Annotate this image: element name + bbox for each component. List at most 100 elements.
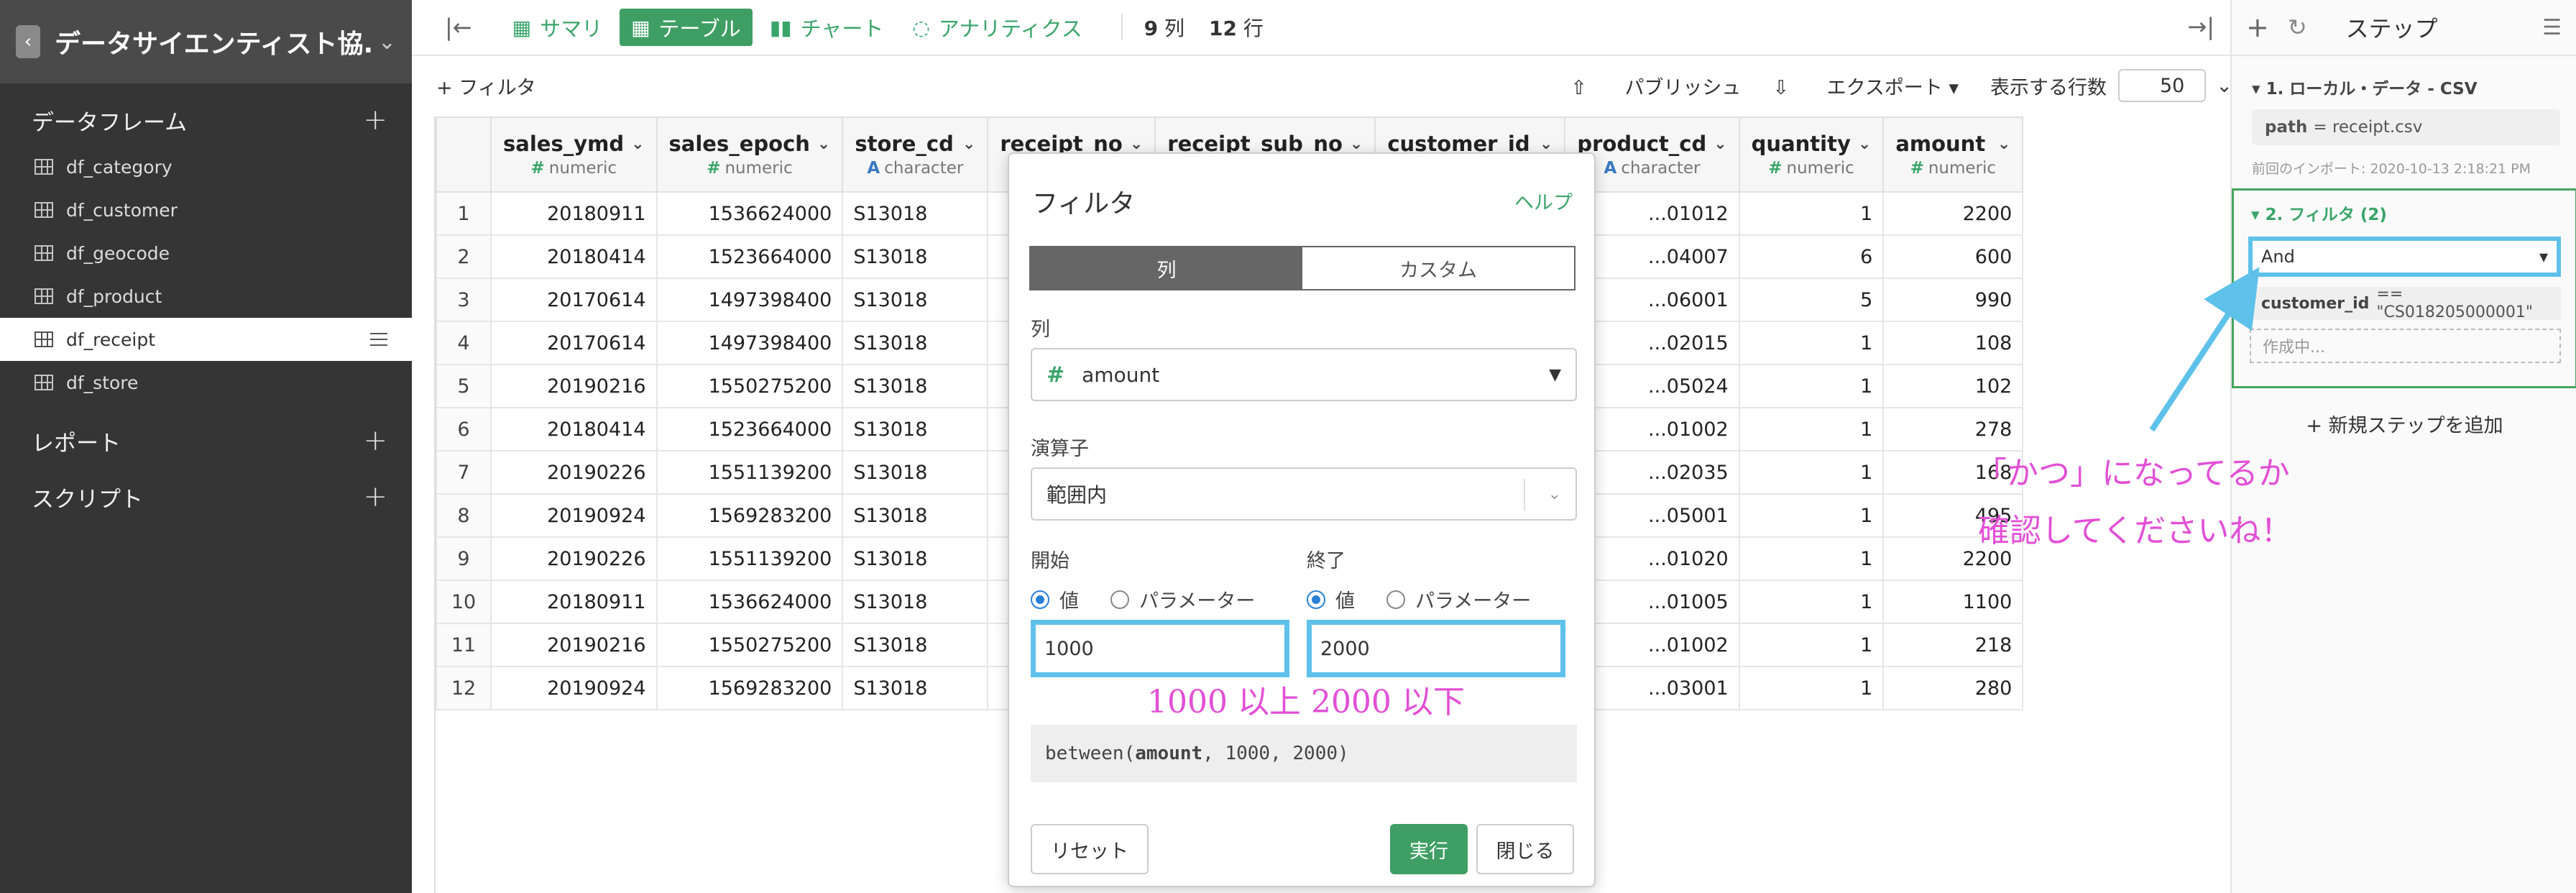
- column-label: 列: [1031, 319, 1050, 341]
- lightbulb-icon: ◌: [912, 15, 930, 40]
- filter-condition[interactable]: customer_id == "CS018205000001": [2250, 285, 2561, 321]
- add-new-step-button[interactable]: + 新規ステップを追加: [2232, 410, 2576, 438]
- add-step-icon[interactable]: +: [2246, 12, 2269, 43]
- add-script-icon[interactable]: +: [363, 480, 387, 513]
- sidebar-item-df-geocode[interactable]: df_geocode: [0, 232, 412, 275]
- collapse-sidebar-icon[interactable]: |←: [445, 14, 472, 41]
- tab-analytics[interactable]: ◌ アナリティクス: [901, 9, 1093, 46]
- step-1-title[interactable]: ▾ 1. ローカル・データ - CSV: [2232, 56, 2576, 99]
- step-1-path[interactable]: path = receipt.csv: [2252, 109, 2560, 145]
- row-index: 7: [436, 450, 492, 495]
- chevron-down-icon[interactable]: ⌄: [1130, 135, 1143, 153]
- column-header[interactable]: store_cd ⌄ Acharacter: [842, 116, 989, 193]
- chevron-down-icon[interactable]: ⌄: [1350, 135, 1363, 153]
- close-button[interactable]: 閉じる: [1476, 824, 1574, 874]
- and-or-select[interactable]: And ▾: [2248, 237, 2561, 277]
- tab-chart[interactable]: ▮▮ チャート: [758, 9, 896, 46]
- end-param-radio[interactable]: [1386, 590, 1405, 609]
- end-label: 終了: [1307, 550, 1346, 572]
- tab-label: アナリティクス: [938, 17, 1082, 41]
- add-dataframe-icon[interactable]: +: [363, 104, 387, 137]
- tab-custom[interactable]: カスタム: [1302, 247, 1574, 289]
- publish-button[interactable]: ⇧ パブリッシュ: [1570, 72, 1741, 100]
- start-radio-group: 値 パラメーター: [1031, 585, 1255, 613]
- sidebar-item-label: df_geocode: [66, 242, 170, 264]
- cell-store-cd: S13018: [842, 364, 989, 408]
- cell-amount: 1100: [1882, 580, 2024, 624]
- step-2-title[interactable]: ▾ 2. フィルタ (2): [2234, 191, 2575, 225]
- project-header[interactable]: ‹ データサイエンティスト協... ⌄: [0, 0, 412, 83]
- start-param-radio[interactable]: [1110, 590, 1129, 609]
- chevron-down-icon[interactable]: ⌄: [962, 135, 975, 153]
- cell-quantity: 1: [1738, 666, 1885, 710]
- export-button[interactable]: ⇩ エクスポート ▾: [1772, 72, 1959, 100]
- tab-summary[interactable]: ▦ サマリ: [501, 9, 614, 46]
- chevron-down-icon: ⌄: [1547, 485, 1561, 503]
- start-value-radio[interactable]: [1031, 590, 1049, 609]
- help-link[interactable]: ヘルプ: [1514, 187, 1573, 215]
- cell-amount: 990: [1882, 278, 2024, 322]
- sidebar-item-df-category[interactable]: df_category: [0, 145, 412, 188]
- chevron-down-icon[interactable]: ⌄: [1858, 135, 1871, 153]
- sidebar-item-df-receipt[interactable]: df_receipt: [0, 318, 412, 361]
- chevron-down-icon[interactable]: ⌄: [1540, 135, 1552, 153]
- cell-quantity: 1: [1738, 407, 1885, 452]
- column-count: 9 列: [1144, 17, 1185, 40]
- add-filter-button[interactable]: + フィルタ: [436, 72, 536, 100]
- chevron-down-icon[interactable]: ⌄: [631, 135, 644, 153]
- rows-per-page-select[interactable]: 50 ⌄: [2118, 69, 2232, 102]
- chevron-down-icon[interactable]: ⌄: [1997, 135, 2010, 153]
- back-icon[interactable]: ‹: [16, 25, 40, 58]
- operator-select[interactable]: 範囲内 ⌄: [1031, 467, 1577, 521]
- cell-sales-epoch: 1497398400: [656, 321, 844, 365]
- column-header[interactable]: quantity ⌄ # numeric: [1738, 116, 1885, 193]
- expand-panel-icon[interactable]: →|: [2187, 13, 2214, 40]
- pending-condition: 作成中...: [2250, 329, 2561, 363]
- table-icon: [34, 202, 53, 218]
- cell-store-cd: S13018: [842, 234, 989, 279]
- table-icon: [34, 245, 53, 261]
- tab-table[interactable]: ▦ テーブル: [620, 9, 753, 46]
- cell-sales-ymd: 20190216: [490, 623, 658, 667]
- row-index: 9: [436, 536, 492, 581]
- end-value-radio[interactable]: [1307, 590, 1325, 609]
- add-report-icon[interactable]: +: [363, 424, 387, 457]
- hamburger-menu-icon[interactable]: [370, 333, 387, 346]
- cell-amount: 278: [1882, 407, 2024, 452]
- cell-amount: 280: [1882, 666, 2024, 710]
- cell-sales-epoch: 1551139200: [656, 450, 844, 495]
- cell-store-cd: S13018: [842, 666, 989, 710]
- cell-sales-epoch: 1497398400: [656, 278, 844, 322]
- project-title: データサイエンティスト協...: [55, 29, 371, 59]
- filter-code-preview: between(amount, 1000, 2000): [1031, 725, 1577, 782]
- chevron-down-icon[interactable]: ⌄: [817, 135, 830, 153]
- row-index: 3: [436, 278, 492, 322]
- end-value-input[interactable]: 2000: [1307, 620, 1565, 677]
- sidebar-item-df-store[interactable]: df_store: [0, 361, 412, 404]
- chevron-down-icon[interactable]: ⌄: [378, 29, 396, 55]
- cell-quantity: 1: [1738, 580, 1885, 624]
- select-divider: [1524, 479, 1525, 510]
- step-1-note: 前回のインポート: 2020-10-13 2:18:21 PM: [2252, 161, 2531, 177]
- settings-sliders-icon[interactable]: ☰: [2542, 15, 2562, 40]
- sidebar-item-df-customer[interactable]: df_customer: [0, 188, 412, 232]
- start-value-input[interactable]: 1000: [1031, 620, 1289, 677]
- row-index: 5: [436, 364, 492, 408]
- tab-column[interactable]: 列: [1031, 247, 1302, 289]
- cell-sales-epoch: 1569283200: [656, 493, 844, 538]
- and-annotation-line2: 確認してくださいね！: [1978, 513, 2293, 549]
- table-icon: ▦: [631, 15, 650, 40]
- cell-amount: 2200: [1882, 191, 2024, 236]
- caret-down-icon: ▼: [1549, 365, 1561, 384]
- column-header[interactable]: sales_epoch ⌄ # numeric: [656, 116, 844, 193]
- column-select[interactable]: # amount ▼: [1031, 348, 1577, 401]
- cell-quantity: 5: [1738, 278, 1885, 322]
- step-2-filter[interactable]: ▾ 2. フィルタ (2) And ▾ customer_id == "CS0182…: [2232, 188, 2576, 388]
- run-button[interactable]: 実行: [1390, 824, 1468, 874]
- sidebar-item-df-product[interactable]: df_product: [0, 275, 412, 318]
- column-header[interactable]: sales_ymd ⌄ # numeric: [490, 116, 658, 193]
- refresh-icon[interactable]: ↻: [2288, 14, 2307, 41]
- chevron-down-icon[interactable]: ⌄: [1714, 135, 1726, 153]
- reset-button[interactable]: リセット: [1031, 824, 1149, 874]
- column-header[interactable]: amount ⌄ # numeric: [1882, 116, 2024, 193]
